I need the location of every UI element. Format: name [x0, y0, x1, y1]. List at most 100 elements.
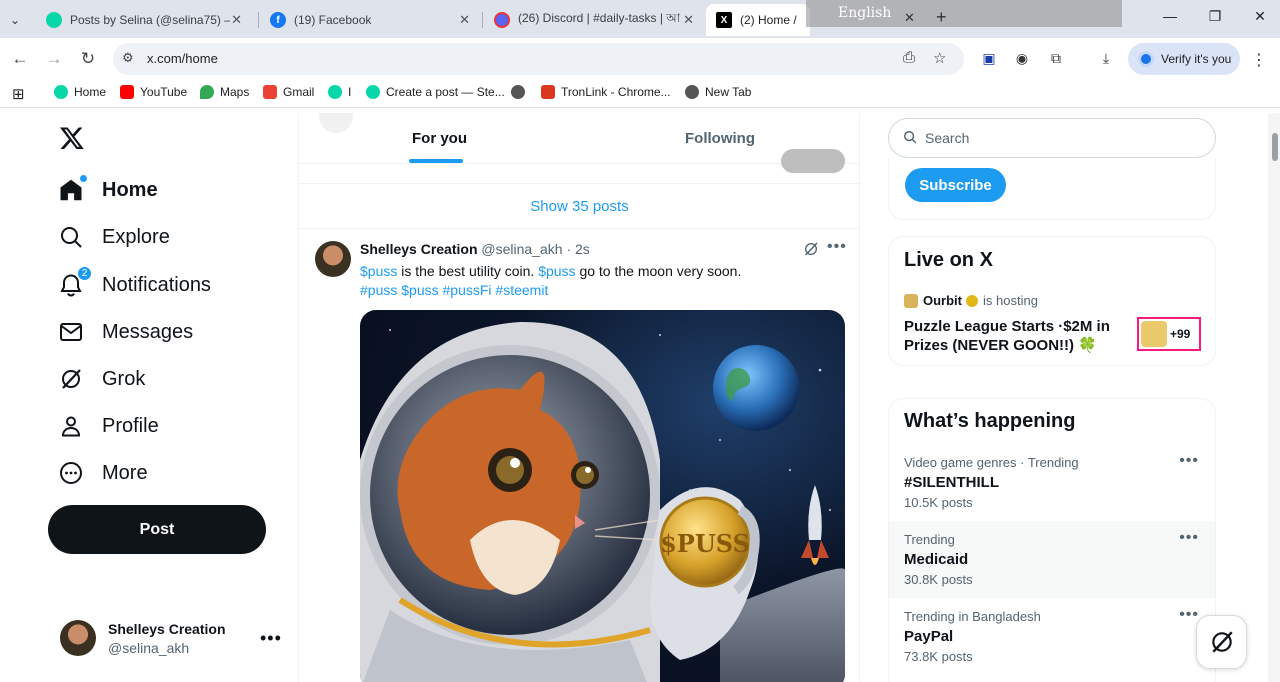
bookmark-youtube[interactable]: YouTube	[120, 85, 187, 99]
profile-dot-icon	[1138, 51, 1154, 67]
account-more-icon[interactable]: •••	[260, 628, 282, 649]
maximize-icon[interactable]: ❐	[1205, 8, 1225, 25]
trend-more-icon[interactable]: •••	[1179, 452, 1199, 470]
bookmark-i[interactable]: I	[328, 85, 351, 99]
tweet[interactable]: Shelleys Creation @selina_akh · 2s ••• $…	[299, 230, 860, 682]
tweet-image[interactable]: $PUSS	[360, 310, 845, 682]
bookmark-tronlink[interactable]: TronLink - Chrome...	[541, 85, 671, 99]
hashtag-link[interactable]: #puss	[360, 282, 397, 298]
tab-following[interactable]: Following	[685, 130, 755, 147]
verify-profile-button[interactable]: Verify it's you	[1128, 43, 1240, 75]
browser-tab-strip: ⌄ Posts by Selina (@selina75) — S ✕ f (1…	[0, 0, 1280, 38]
bookmark-new-tab[interactable]: New Tab	[685, 85, 751, 99]
nav-notifications[interactable]: 2 Notifications	[58, 266, 211, 298]
extensions-icon[interactable]: ⧉	[1047, 50, 1065, 68]
globe-icon	[511, 85, 525, 99]
tweet-more-icon[interactable]: •••	[827, 238, 847, 256]
bookmark-globe[interactable]	[511, 85, 531, 99]
trend-more-icon[interactable]: •••	[1179, 529, 1199, 547]
timeline-tabs: For you Following	[299, 113, 860, 164]
steemit-icon	[328, 85, 342, 99]
steemit-icon	[366, 85, 380, 99]
search-placeholder: Search	[925, 130, 970, 146]
reload-icon[interactable]: ↻	[78, 49, 98, 69]
coin-text: $PUSS	[660, 529, 750, 558]
browser-tab-steemit[interactable]: Posts by Selina (@selina75) — S ✕	[36, 4, 252, 36]
trend-item[interactable]: Video game genres · Trending #SILENTHILL…	[889, 444, 1215, 521]
x-logo-icon[interactable]	[59, 125, 85, 151]
trend-more-icon[interactable]: •••	[1179, 606, 1199, 624]
cashtag-link[interactable]: $puss	[401, 282, 438, 298]
unread-dot	[80, 175, 87, 182]
grok-icon[interactable]	[803, 241, 819, 261]
hashtag-link[interactable]: #steemit	[495, 282, 548, 298]
forward-icon[interactable]: →	[44, 49, 64, 69]
nav-profile[interactable]: Profile	[58, 413, 159, 439]
listener-count[interactable]: +99	[1137, 317, 1201, 351]
cashtag-link[interactable]: $puss	[538, 263, 575, 279]
account-name: Shelleys Creation	[108, 620, 226, 637]
nav-more[interactable]: More	[58, 460, 148, 486]
listener-avatar	[1141, 321, 1167, 347]
bookmark-maps[interactable]: Maps	[200, 85, 249, 99]
download-icon[interactable]: ⤓	[1097, 50, 1115, 68]
site-info-icon[interactable]: ⚙	[122, 50, 134, 66]
post-button[interactable]: Post	[48, 505, 266, 554]
mail-icon	[58, 319, 84, 345]
steemit-icon	[46, 12, 62, 28]
account-switcher[interactable]: Shelleys Creation @selina_akh •••	[60, 620, 281, 656]
browser-tab-x-home[interactable]: X (2) Home / X	[706, 4, 810, 36]
bookmark-star-icon[interactable]: ☆	[933, 49, 946, 67]
extension-globe-icon[interactable]: ◉	[1013, 50, 1031, 68]
install-app-icon[interactable]: ⎙	[903, 49, 915, 66]
apps-grid-icon[interactable]: ⊞	[12, 85, 25, 103]
extension-bookmark-icon[interactable]: ▣	[980, 50, 998, 68]
bookmarks-bar: ⊞ Home YouTube Maps Gmail I Create a pos…	[0, 80, 1280, 108]
chrome-menu-icon[interactable]: ⋮	[1250, 50, 1268, 69]
hashtag-link[interactable]: #pussFi	[443, 282, 492, 298]
tab-for-you[interactable]: For you	[412, 130, 467, 147]
bookmark-gmail[interactable]: Gmail	[263, 85, 314, 99]
nav-messages[interactable]: Messages	[58, 319, 193, 345]
tab-search-button[interactable]: ⌄	[0, 4, 36, 36]
cashtag-link[interactable]: $puss	[360, 263, 397, 279]
gmail-icon	[263, 85, 277, 99]
tweet-dot-separator: ·	[566, 241, 572, 257]
grok-floating-button[interactable]	[1196, 615, 1247, 669]
subscribe-button[interactable]: Subscribe	[905, 168, 1006, 202]
nav-grok[interactable]: Grok	[58, 366, 145, 392]
tweet-time[interactable]: 2s	[575, 241, 590, 257]
verified-badge-icon	[966, 294, 978, 307]
scrollbar-thumb[interactable]	[1272, 133, 1278, 161]
grok-icon	[1211, 631, 1233, 653]
live-on-x-box: Live on X Ourbit is hosting Puzzle Leagu…	[888, 236, 1216, 366]
search-input[interactable]: Search	[888, 118, 1216, 158]
tweet-author-handle[interactable]: @selina_akh	[481, 241, 562, 257]
bookmark-create-post[interactable]: Create a post — Ste...	[366, 85, 505, 99]
nav-home[interactable]: Home	[58, 175, 158, 203]
tweet-author-name[interactable]: Shelleys Creation	[360, 241, 478, 257]
window-close-icon[interactable]: ✕	[1250, 8, 1270, 25]
whats-happening-title: What’s happening	[904, 410, 1076, 432]
avatar[interactable]	[315, 241, 351, 277]
minimize-icon[interactable]: —	[1160, 8, 1180, 24]
tab-separator	[258, 12, 259, 28]
active-tab-close-icon[interactable]: ✕	[904, 10, 915, 26]
tab-close-icon[interactable]: ✕	[231, 12, 242, 28]
browser-tab-discord[interactable]: (26) Discord | #daily-tasks | আ ✕	[484, 4, 704, 36]
page-scrollbar[interactable]	[1268, 113, 1280, 682]
tab-close-icon[interactable]: ✕	[459, 12, 470, 28]
nav-explore[interactable]: Explore	[58, 224, 170, 250]
back-icon[interactable]: ←	[10, 49, 30, 69]
trend-item[interactable]: Trending Medicaid 30.8K posts •••	[889, 521, 1215, 598]
live-host-row[interactable]: Ourbit is hosting	[904, 293, 1038, 308]
trend-item[interactable]: Trending in Bangladesh PayPal 73.8K post…	[889, 598, 1215, 675]
bookmark-home[interactable]: Home	[54, 85, 106, 99]
show-new-posts-button[interactable]: Show 35 posts	[299, 183, 860, 229]
new-tab-icon[interactable]: +	[936, 7, 947, 28]
space-title[interactable]: Puzzle League Starts ·$2M in Prizes (NEV…	[904, 317, 1124, 355]
address-bar[interactable]: ⚙ x.com/home ⎙ ☆	[113, 43, 964, 75]
tab-close-icon[interactable]: ✕	[683, 12, 694, 28]
browser-tab-facebook[interactable]: f (19) Facebook ✕	[260, 4, 480, 36]
host-status: is hosting	[983, 293, 1038, 308]
